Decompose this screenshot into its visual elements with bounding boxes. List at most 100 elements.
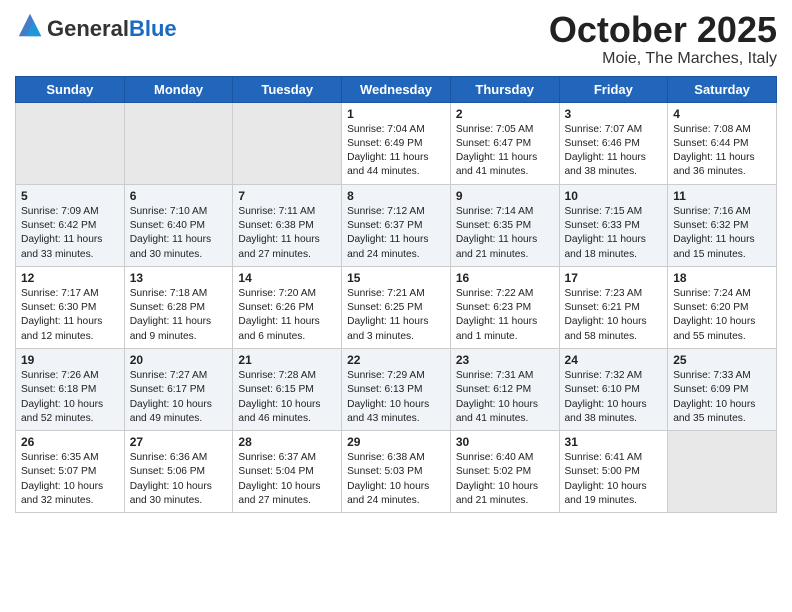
week-row-2: 5 Sunrise: 7:09 AM Sunset: 6:42 PM Daylig… [16, 184, 777, 266]
day-info: Sunrise: 7:14 AM Sunset: 6:35 PM Dayligh… [456, 205, 554, 262]
day-cell: 22Sunrise: 7:29 AM Sunset: 6:13 PM Dayli… [342, 348, 451, 430]
day-number: 14 [238, 271, 336, 285]
day-info: Sunrise: 7:20 AM Sunset: 6:26 PM Dayligh… [238, 287, 336, 344]
day-cell: 7 Sunrise: 7:11 AM Sunset: 6:38 PM Daylig… [233, 184, 342, 266]
weekday-header-saturday: Saturday [668, 76, 777, 102]
day-cell: 23Sunrise: 7:31 AM Sunset: 6:12 PM Dayli… [450, 348, 559, 430]
day-info: Sunrise: 7:12 AM Sunset: 6:37 PM Dayligh… [347, 205, 445, 262]
day-info: Sunrise: 7:21 AM Sunset: 6:25 PM Dayligh… [347, 287, 445, 344]
day-info: Sunrise: 7:04 AM Sunset: 6:49 PM Dayligh… [347, 123, 445, 180]
day-info: Sunrise: 7:05 AM Sunset: 6:47 PM Dayligh… [456, 123, 554, 180]
page: GeneralBlue October 2025 Moie, The March… [0, 0, 792, 612]
day-number: 20 [130, 353, 228, 367]
calendar-table: SundayMondayTuesdayWednesdayThursdayFrid… [15, 76, 777, 514]
day-cell [16, 102, 125, 184]
day-cell: 11 Sunrise: 7:16 AM Sunset: 6:32 PM Dayli… [668, 184, 777, 266]
day-cell: 24 Sunrise: 7:32 AM Sunset: 6:10 PM Dayli… [559, 348, 668, 430]
day-cell: 1 Sunrise: 7:04 AM Sunset: 6:49 PM Daylig… [342, 102, 451, 184]
day-number: 31 [565, 435, 663, 449]
day-info: Sunrise: 7:16 AM Sunset: 6:32 PM Dayligh… [673, 205, 771, 262]
day-info: Sunrise: 6:36 AM Sunset: 5:06 PM Dayligh… [130, 451, 228, 508]
day-number: 1 [347, 107, 445, 121]
day-cell: 17 Sunrise: 7:23 AM Sunset: 6:21 PM Dayli… [559, 266, 668, 348]
day-cell: 12 Sunrise: 7:17 AM Sunset: 6:30 PM Dayli… [16, 266, 125, 348]
day-cell: 3 Sunrise: 7:07 AM Sunset: 6:46 PM Daylig… [559, 102, 668, 184]
day-cell: 20 Sunrise: 7:27 AM Sunset: 6:17 PM Dayli… [124, 348, 233, 430]
day-cell: 18Sunrise: 7:24 AM Sunset: 6:20 PM Dayli… [668, 266, 777, 348]
day-info: Sunrise: 7:24 AM Sunset: 6:20 PM Dayligh… [673, 287, 771, 344]
title-block: October 2025 Moie, The Marches, Italy [549, 10, 777, 68]
day-number: 3 [565, 107, 663, 121]
day-info: Sunrise: 7:27 AM Sunset: 6:17 PM Dayligh… [130, 369, 228, 426]
day-cell: 6Sunrise: 7:10 AM Sunset: 6:40 PM Daylig… [124, 184, 233, 266]
day-info: Sunrise: 7:32 AM Sunset: 6:10 PM Dayligh… [565, 369, 663, 426]
day-info: Sunrise: 7:33 AM Sunset: 6:09 PM Dayligh… [673, 369, 771, 426]
day-number: 2 [456, 107, 554, 121]
day-cell: 27 Sunrise: 6:36 AM Sunset: 5:06 PM Dayli… [124, 431, 233, 513]
day-number: 26 [21, 435, 119, 449]
day-cell: 8Sunrise: 7:12 AM Sunset: 6:37 PM Daylig… [342, 184, 451, 266]
day-cell: 21 Sunrise: 7:28 AM Sunset: 6:15 PM Dayli… [233, 348, 342, 430]
day-number: 5 [21, 189, 119, 203]
day-number: 11 [673, 189, 771, 203]
weekday-header-row: SundayMondayTuesdayWednesdayThursdayFrid… [16, 76, 777, 102]
weekday-header-thursday: Thursday [450, 76, 559, 102]
day-info: Sunrise: 7:23 AM Sunset: 6:21 PM Dayligh… [565, 287, 663, 344]
day-number: 10 [565, 189, 663, 203]
day-number: 19 [21, 353, 119, 367]
day-number: 29 [347, 435, 445, 449]
logo-icon [15, 10, 45, 40]
weekday-header-wednesday: Wednesday [342, 76, 451, 102]
week-row-5: 26 Sunrise: 6:35 AM Sunset: 5:07 PM Dayli… [16, 431, 777, 513]
day-info: Sunrise: 7:15 AM Sunset: 6:33 PM Dayligh… [565, 205, 663, 262]
day-info: Sunrise: 7:26 AM Sunset: 6:18 PM Dayligh… [21, 369, 119, 426]
day-number: 30 [456, 435, 554, 449]
day-info: Sunrise: 7:29 AM Sunset: 6:13 PM Dayligh… [347, 369, 445, 426]
week-row-1: 1 Sunrise: 7:04 AM Sunset: 6:49 PM Daylig… [16, 102, 777, 184]
day-info: Sunrise: 7:07 AM Sunset: 6:46 PM Dayligh… [565, 123, 663, 180]
day-number: 25 [673, 353, 771, 367]
weekday-header-monday: Monday [124, 76, 233, 102]
logo-blue-text: Blue [129, 16, 177, 41]
day-info: Sunrise: 7:17 AM Sunset: 6:30 PM Dayligh… [21, 287, 119, 344]
day-number: 12 [21, 271, 119, 285]
day-number: 17 [565, 271, 663, 285]
day-number: 9 [456, 189, 554, 203]
day-cell: 10 Sunrise: 7:15 AM Sunset: 6:33 PM Dayli… [559, 184, 668, 266]
location: Moie, The Marches, Italy [549, 50, 777, 68]
day-cell: 5 Sunrise: 7:09 AM Sunset: 6:42 PM Daylig… [16, 184, 125, 266]
day-cell: 29 Sunrise: 6:38 AM Sunset: 5:03 PM Dayli… [342, 431, 451, 513]
day-cell: 16Sunrise: 7:22 AM Sunset: 6:23 PM Dayli… [450, 266, 559, 348]
day-cell: 30Sunrise: 6:40 AM Sunset: 5:02 PM Dayli… [450, 431, 559, 513]
day-number: 27 [130, 435, 228, 449]
day-number: 4 [673, 107, 771, 121]
day-info: Sunrise: 6:35 AM Sunset: 5:07 PM Dayligh… [21, 451, 119, 508]
day-info: Sunrise: 6:37 AM Sunset: 5:04 PM Dayligh… [238, 451, 336, 508]
day-cell [233, 102, 342, 184]
day-cell: 4 Sunrise: 7:08 AM Sunset: 6:44 PM Daylig… [668, 102, 777, 184]
day-cell: 25 Sunrise: 7:33 AM Sunset: 6:09 PM Dayli… [668, 348, 777, 430]
week-row-4: 19 Sunrise: 7:26 AM Sunset: 6:18 PM Dayli… [16, 348, 777, 430]
day-cell [668, 431, 777, 513]
day-cell [124, 102, 233, 184]
day-info: Sunrise: 7:09 AM Sunset: 6:42 PM Dayligh… [21, 205, 119, 262]
day-cell: 2 Sunrise: 7:05 AM Sunset: 6:47 PM Daylig… [450, 102, 559, 184]
day-cell: 31Sunrise: 6:41 AM Sunset: 5:00 PM Dayli… [559, 431, 668, 513]
logo-general-text: General [47, 16, 129, 41]
day-number: 16 [456, 271, 554, 285]
day-info: Sunrise: 7:28 AM Sunset: 6:15 PM Dayligh… [238, 369, 336, 426]
day-info: Sunrise: 7:08 AM Sunset: 6:44 PM Dayligh… [673, 123, 771, 180]
day-cell: 15 Sunrise: 7:21 AM Sunset: 6:25 PM Dayli… [342, 266, 451, 348]
weekday-header-tuesday: Tuesday [233, 76, 342, 102]
day-number: 28 [238, 435, 336, 449]
day-number: 15 [347, 271, 445, 285]
day-number: 24 [565, 353, 663, 367]
weekday-header-sunday: Sunday [16, 76, 125, 102]
day-number: 23 [456, 353, 554, 367]
day-info: Sunrise: 6:38 AM Sunset: 5:03 PM Dayligh… [347, 451, 445, 508]
weekday-header-friday: Friday [559, 76, 668, 102]
logo: GeneralBlue [15, 10, 177, 40]
day-number: 21 [238, 353, 336, 367]
day-info: Sunrise: 7:11 AM Sunset: 6:38 PM Dayligh… [238, 205, 336, 262]
day-number: 7 [238, 189, 336, 203]
